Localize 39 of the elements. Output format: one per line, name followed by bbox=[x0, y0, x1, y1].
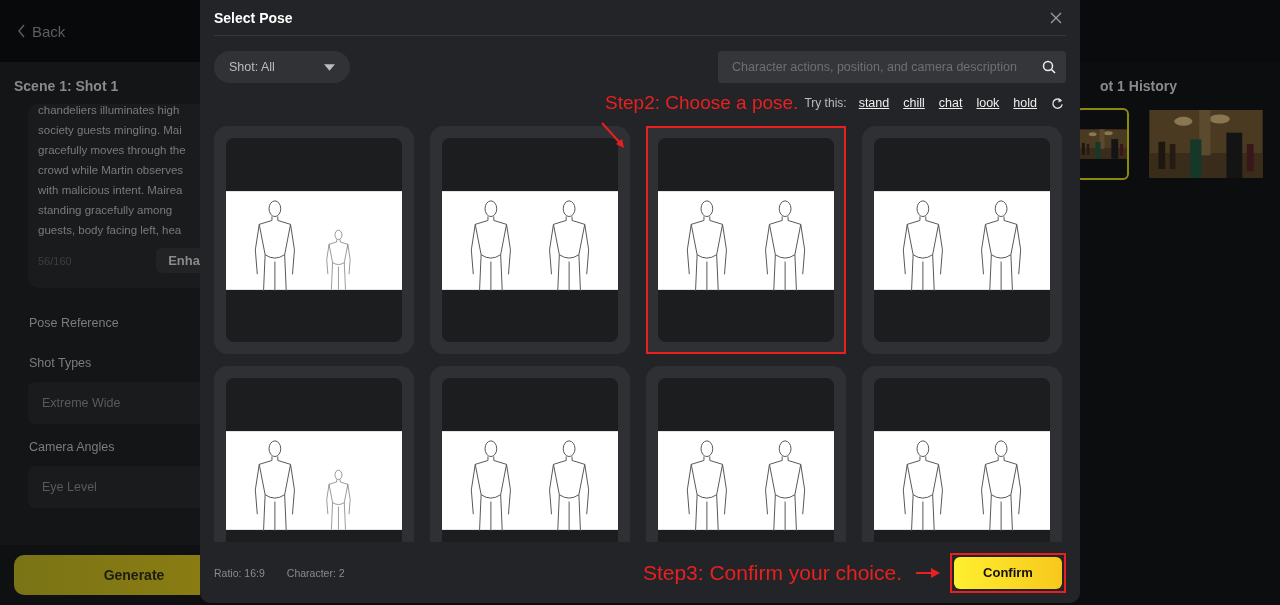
suggestion-link[interactable]: look bbox=[976, 96, 1000, 110]
ratio-label: Ratio: 16:9 bbox=[214, 566, 265, 579]
annotation-arrow bbox=[916, 567, 940, 578]
close-icon[interactable] bbox=[1050, 11, 1062, 24]
suggestion-link[interactable]: chat bbox=[938, 96, 963, 110]
annotation-arrow bbox=[600, 121, 626, 149]
pose-card[interactable] bbox=[862, 126, 1062, 354]
history-title: ot 1 History bbox=[1099, 77, 1178, 94]
search-icon bbox=[1042, 60, 1056, 74]
section-label: Shot Types bbox=[29, 356, 93, 370]
refresh-icon[interactable] bbox=[1051, 96, 1064, 110]
pose-card[interactable] bbox=[214, 126, 414, 354]
annotation-text: Step2: Choose a pose. bbox=[605, 92, 799, 114]
enhance-button[interactable]: Enha bbox=[156, 248, 200, 273]
pose-card[interactable] bbox=[430, 126, 630, 354]
pose-card[interactable] bbox=[646, 126, 846, 354]
character-label: Character: 2 bbox=[286, 566, 345, 579]
section-label: Pose Reference bbox=[29, 316, 120, 330]
section-label: Camera Angles bbox=[29, 440, 116, 454]
annotation-text: Step3: Confirm your choice. bbox=[642, 560, 902, 585]
pose-card[interactable] bbox=[214, 366, 414, 542]
caret-icon bbox=[324, 63, 335, 71]
chevron-left-icon bbox=[18, 24, 26, 38]
suggestion-link[interactable]: hold bbox=[1013, 96, 1037, 110]
scene-title: Scene 1: Shot 1 bbox=[14, 77, 120, 96]
suggestion-link[interactable]: stand bbox=[858, 96, 890, 110]
dialog-title: Select Pose bbox=[214, 9, 293, 26]
pose-card[interactable] bbox=[862, 366, 1062, 542]
suggestion-link[interactable]: chill bbox=[903, 96, 925, 110]
search-field[interactable]: Character actions, position, and camera description bbox=[718, 51, 1032, 83]
pose-card[interactable] bbox=[430, 366, 630, 542]
shot-dropdown[interactable]: Shot: All bbox=[214, 51, 350, 83]
generate-button[interactable]: Generate bbox=[14, 555, 200, 595]
try-label: Try this: bbox=[804, 96, 847, 110]
history-thumbnail[interactable] bbox=[1080, 108, 1129, 180]
pose-card[interactable] bbox=[646, 366, 846, 542]
description-text: chandeliers illuminates high society guests mingling. Mai gracefully moves through the crowd while Martin observes with malicious intent. Mairea standing gracefully among guests, body facing left, hea bbox=[38, 103, 187, 238]
confirm-button[interactable]: Confirm bbox=[954, 556, 1062, 589]
search-button[interactable] bbox=[1032, 51, 1066, 83]
